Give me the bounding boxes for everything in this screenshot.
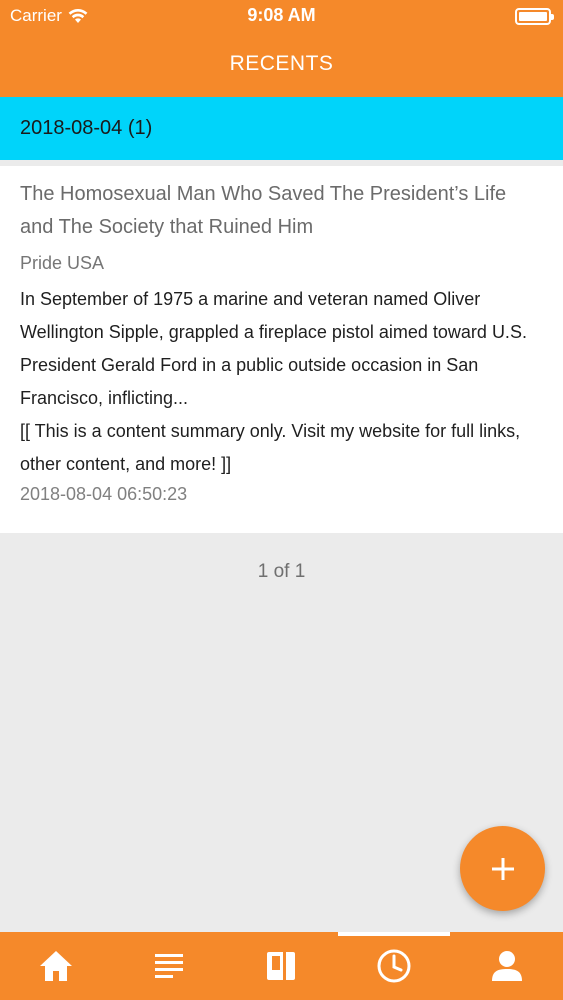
article-summary: In September of 1975 a marine and vetera… — [20, 283, 550, 481]
nav-profile[interactable] — [450, 932, 563, 1000]
person-icon — [491, 951, 522, 981]
date-group-title: 2018-08-04 (1) — [20, 117, 153, 139]
book-icon — [267, 952, 296, 980]
date-group-header[interactable]: 2018-08-04 (1) — [0, 97, 563, 160]
article-source: Pride USA — [20, 253, 105, 273]
plus-icon — [491, 857, 514, 880]
page-title: RECENTS — [229, 52, 334, 75]
app-screen: Carrier 9:08 AM RECENTS 2018-08-04 (1) T… — [0, 0, 563, 1000]
list-icon — [154, 954, 183, 978]
status-bar: Carrier 9:08 AM — [0, 0, 563, 32]
article-summary-note: [[ This is a content summary only. Visit… — [20, 421, 521, 474]
article-card[interactable]: The Homosexual Man Who Saved The Preside… — [0, 166, 563, 533]
nav-recents[interactable] — [337, 932, 451, 1000]
article-summary-text: In September of 1975 a marine and vetera… — [20, 289, 527, 408]
article-datetime: 2018-08-04 06:50:23 — [20, 484, 188, 504]
nav-book[interactable] — [225, 932, 338, 1000]
pagination-label: 1 of 1 — [257, 561, 306, 582]
home-icon — [40, 951, 73, 981]
add-button[interactable] — [460, 826, 545, 911]
battery-icon — [515, 8, 554, 25]
bottom-nav — [0, 932, 563, 1000]
clock-icon — [377, 949, 411, 983]
nav-home[interactable] — [0, 932, 113, 1000]
article-title: The Homosexual Man Who Saved The Preside… — [20, 183, 507, 238]
nav-list[interactable] — [113, 932, 226, 1000]
top-bar: Carrier 9:08 AM RECENTS — [0, 0, 563, 97]
status-time: 9:08 AM — [247, 5, 316, 25]
